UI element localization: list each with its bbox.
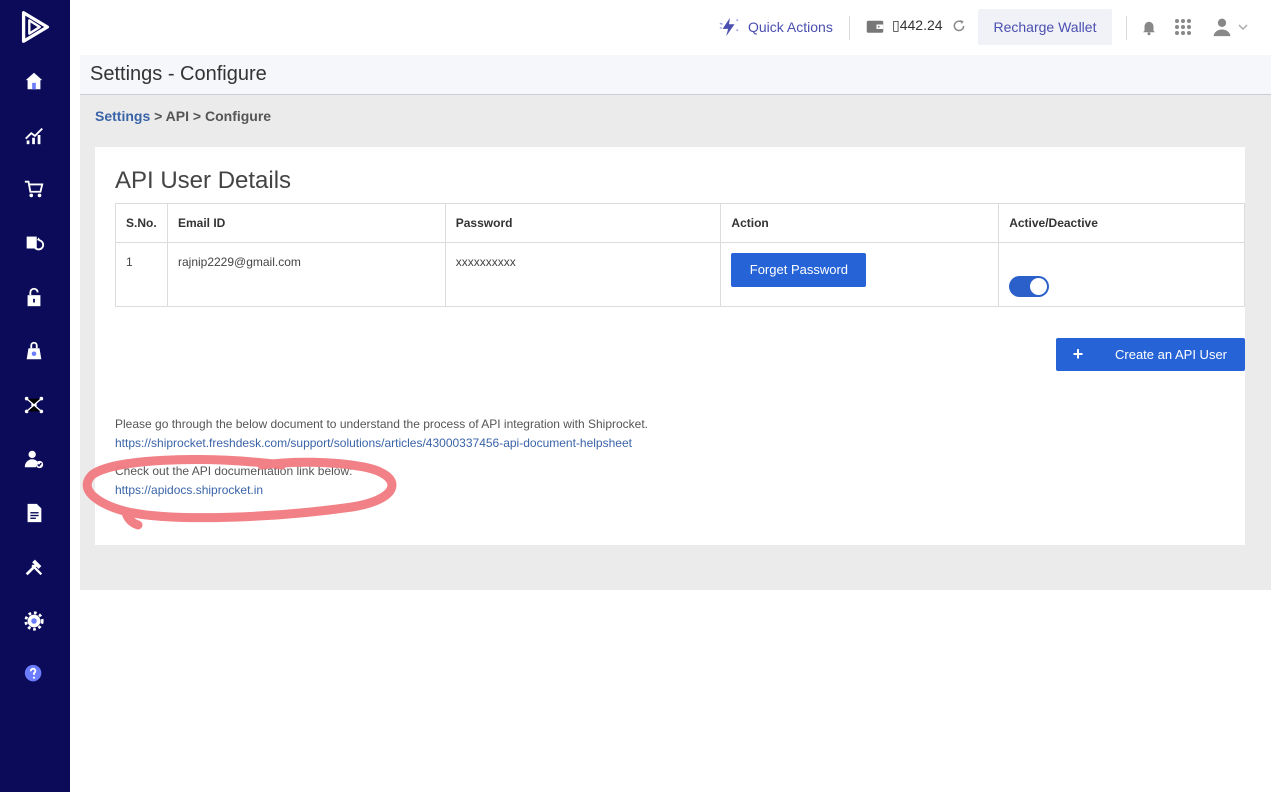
user-icon <box>1213 18 1231 37</box>
breadcrumb-api: API <box>165 108 190 124</box>
tools-icon[interactable] <box>20 553 48 581</box>
table-row: 1 rajnip2229@gmail.com xxxxxxxxxx Forget… <box>115 242 1245 307</box>
forget-password-button[interactable]: Forget Password <box>731 253 867 287</box>
brand-logo[interactable] <box>16 8 54 46</box>
main-content: Settings > API > Configure API User Deta… <box>80 95 1271 590</box>
column-header-password: Password <box>444 203 722 243</box>
quick-actions-button[interactable]: Quick Actions <box>718 16 833 38</box>
analytics-icon[interactable] <box>20 121 48 149</box>
divider <box>1126 16 1127 40</box>
wallet-balance: ▯442.24 <box>866 17 967 34</box>
cell-sno: 1 <box>115 242 168 307</box>
returns-icon[interactable] <box>20 229 48 257</box>
cell-email: rajnip2229@gmail.com <box>166 242 446 307</box>
breadcrumb-settings[interactable]: Settings <box>95 108 150 124</box>
breadcrumb-separator: > <box>150 108 166 124</box>
api-user-table: S.No. Email ID Password Action Active/De… <box>115 203 1245 307</box>
column-header-email: Email ID <box>166 203 446 243</box>
column-header-active: Active/Deactive <box>998 203 1245 243</box>
refresh-icon[interactable] <box>951 18 967 34</box>
quick-actions-label: Quick Actions <box>748 19 833 35</box>
helpsheet-link[interactable]: https://shiprocket.freshdesk.com/support… <box>115 436 632 450</box>
home-icon[interactable] <box>20 67 48 95</box>
user-menu[interactable] <box>1210 16 1250 38</box>
wallet-icon <box>866 20 884 33</box>
active-toggle[interactable] <box>1009 276 1050 297</box>
network-icon[interactable] <box>20 391 48 419</box>
api-user-card: API User Details S.No. Email ID Password… <box>95 147 1245 545</box>
cell-action: Forget Password <box>720 242 1000 307</box>
user-check-icon[interactable] <box>20 445 48 473</box>
column-header-action: Action <box>720 203 1000 243</box>
document-icon[interactable] <box>20 499 48 527</box>
table-header-row: S.No. Email ID Password Action Active/De… <box>115 203 1245 243</box>
cell-password: xxxxxxxxxx <box>444 242 722 307</box>
integration-info-text: Please go through the below document to … <box>115 417 648 431</box>
page-title: Settings - Configure <box>90 63 267 85</box>
gear-icon[interactable] <box>20 607 48 635</box>
docs-info-text: Check out the API documentation link bel… <box>115 464 353 478</box>
toggle-knob <box>1030 278 1048 295</box>
sidebar <box>0 0 70 792</box>
plus-icon: + <box>1072 344 1084 364</box>
column-header-sno: S.No. <box>115 203 168 243</box>
cart-icon[interactable] <box>20 175 48 203</box>
cell-active <box>998 242 1245 307</box>
breadcrumb-separator: > <box>189 108 205 124</box>
wallet-amount: ▯442.24 <box>892 17 943 33</box>
breadcrumb-configure: Configure <box>204 108 272 124</box>
recharge-wallet-button[interactable]: Recharge Wallet <box>978 9 1112 45</box>
create-api-user-label: Create an API User <box>1115 347 1227 362</box>
top-bar: Quick Actions ▯442.24 Recharge Wallet <box>70 0 1271 55</box>
help-icon[interactable] <box>20 660 48 688</box>
apps-grid-icon[interactable] <box>1172 16 1194 38</box>
card-title: API User Details <box>115 167 292 194</box>
bag-icon[interactable] <box>20 337 48 365</box>
api-docs-link[interactable]: https://apidocs.shiprocket.in <box>115 483 263 497</box>
lock-icon[interactable] <box>20 283 48 311</box>
page-header: Settings - Configure <box>80 55 1271 95</box>
lightning-icon <box>719 17 739 37</box>
create-api-user-button[interactable]: + Create an API User <box>1056 338 1245 371</box>
divider <box>849 16 850 40</box>
chevron-down-icon <box>1238 24 1248 31</box>
breadcrumb: Settings > API > Configure <box>95 108 271 124</box>
bell-icon[interactable] <box>1138 16 1160 38</box>
